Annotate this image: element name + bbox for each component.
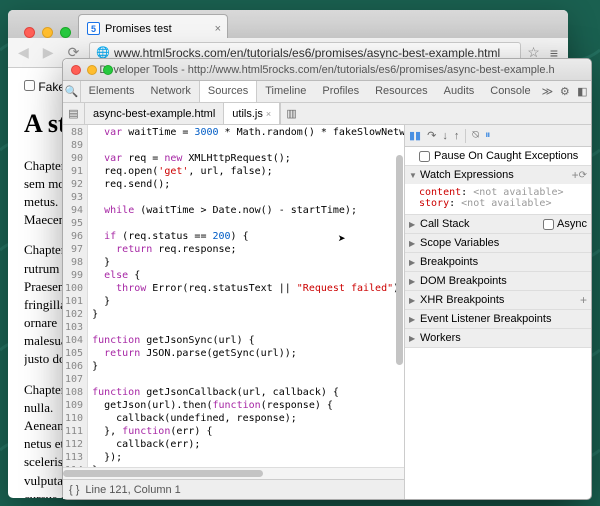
devtools-title: Developer Tools - http://www.html5rocks.… xyxy=(99,64,554,76)
watch-content: content: <not available> story: <not ava… xyxy=(405,184,591,214)
pause-exceptions-icon[interactable]: ⏸ xyxy=(485,129,491,142)
close-icon[interactable] xyxy=(24,27,35,38)
sources-toolbar: ▤ async-best-example.html utils.js× ▥ xyxy=(63,103,591,125)
source-pane: 8889909192939495969798991001011021031041… xyxy=(63,125,405,499)
browser-tab[interactable]: 5 Promises test × xyxy=(78,14,228,38)
close-icon[interactable] xyxy=(71,65,81,75)
file-tab[interactable]: async-best-example.html xyxy=(85,103,224,124)
watch-item[interactable]: story: <not available> xyxy=(419,198,585,209)
step-over-icon[interactable]: ↷ xyxy=(427,129,436,142)
watch-expressions-header[interactable]: ▼ Watch Expressions + ⟳ xyxy=(405,166,591,184)
debugger-sidebar: ▮▮ ↷ ↓ ↑ ⍉ ⏸ Pause On Caught Exceptions … xyxy=(405,125,591,499)
disclosure-icon: ▶ xyxy=(409,277,417,286)
sidebar-toggle-icon[interactable]: ▥ xyxy=(280,103,302,124)
braces-icon[interactable]: { } xyxy=(69,484,79,496)
tab-audits[interactable]: Audits xyxy=(436,81,483,102)
cursor-position: Line 121, Column 1 xyxy=(85,484,180,496)
disclosure-icon: ▶ xyxy=(409,258,417,267)
debugger-controls: ▮▮ ↷ ↓ ↑ ⍉ ⏸ xyxy=(405,125,591,147)
section-label: Workers xyxy=(420,332,587,344)
pause-caught-label: Pause On Caught Exceptions xyxy=(434,150,578,162)
section-label: Scope Variables xyxy=(420,237,587,249)
favicon-icon: 5 xyxy=(87,22,100,35)
tab-close-icon[interactable]: × xyxy=(215,23,221,35)
refresh-icon[interactable]: ⟳ xyxy=(579,170,587,181)
horizontal-scrollbar[interactable] xyxy=(63,467,404,479)
disclosure-icon: ▶ xyxy=(409,296,417,305)
pause-icon[interactable]: ▮▮ xyxy=(409,129,421,142)
call-stack-header[interactable]: ▶Call Stack Async xyxy=(405,215,591,233)
devtools-titlebar[interactable]: Developer Tools - http://www.html5rocks.… xyxy=(63,59,591,81)
step-out-icon[interactable]: ↑ xyxy=(454,130,460,142)
tab-resources[interactable]: Resources xyxy=(367,81,436,102)
minimize-icon[interactable] xyxy=(42,27,53,38)
pause-caught-checkbox[interactable] xyxy=(419,151,430,162)
zoom-icon[interactable] xyxy=(103,65,113,75)
inspect-icon[interactable]: 🔍 xyxy=(63,81,81,102)
tab-sources[interactable]: Sources xyxy=(199,81,257,102)
scrollbar-thumb[interactable] xyxy=(396,155,403,365)
tab-timeline[interactable]: Timeline xyxy=(257,81,314,102)
xhr-breakpoints-header[interactable]: ▶XHR Breakpoints+ xyxy=(405,291,591,309)
forward-icon[interactable]: ▶ xyxy=(39,42,58,63)
section-label: XHR Breakpoints xyxy=(420,294,578,306)
navigator-icon[interactable]: ▤ xyxy=(63,103,85,124)
disclosure-icon: ▼ xyxy=(409,171,417,180)
mouse-cursor-icon: ➤ xyxy=(338,233,346,246)
async-checkbox[interactable] xyxy=(543,219,554,230)
breakpoints-header[interactable]: ▶Breakpoints xyxy=(405,253,591,271)
scrollbar-thumb[interactable] xyxy=(63,470,263,477)
async-label: Async xyxy=(557,218,587,230)
fake-delay-checkbox[interactable] xyxy=(24,80,35,91)
step-into-icon[interactable]: ↓ xyxy=(442,130,448,142)
tab-profiles[interactable]: Profiles xyxy=(314,81,367,102)
event-listener-breakpoints-header[interactable]: ▶Event Listener Breakpoints xyxy=(405,310,591,328)
disclosure-icon: ▶ xyxy=(409,315,417,324)
workers-header[interactable]: ▶Workers xyxy=(405,329,591,347)
window-controls xyxy=(71,65,113,75)
back-icon[interactable]: ◀ xyxy=(14,42,33,63)
section-label: Event Listener Breakpoints xyxy=(420,313,587,325)
pause-on-caught[interactable]: Pause On Caught Exceptions xyxy=(405,147,591,166)
drawer-icon[interactable]: ≫ xyxy=(539,81,556,102)
code-editor[interactable]: 8889909192939495969798991001011021031041… xyxy=(63,125,404,467)
tab-console[interactable]: Console xyxy=(482,81,538,102)
devtools-window: Developer Tools - http://www.html5rocks.… xyxy=(62,58,592,500)
disclosure-icon: ▶ xyxy=(409,239,417,248)
add-icon[interactable]: + xyxy=(572,168,579,182)
code-content[interactable]: var waitTime = 3000 * Math.random() * fa… xyxy=(88,125,404,467)
zoom-icon[interactable] xyxy=(60,27,71,38)
tab-strip: 5 Promises test × xyxy=(8,10,568,38)
devtools-panels: 🔍 Elements Network Sources Timeline Prof… xyxy=(63,81,591,103)
file-tab-label: utils.js xyxy=(232,108,263,120)
settings-icon[interactable]: ⚙ xyxy=(556,81,573,102)
file-tab-label: async-best-example.html xyxy=(93,108,215,120)
section-label: DOM Breakpoints xyxy=(420,275,587,287)
dom-breakpoints-header[interactable]: ▶DOM Breakpoints xyxy=(405,272,591,290)
deactivate-breakpoints-icon[interactable]: ⍉ xyxy=(472,129,479,142)
tab-network[interactable]: Network xyxy=(143,81,199,102)
line-gutter: 8889909192939495969798991001011021031041… xyxy=(63,125,88,467)
tab-elements[interactable]: Elements xyxy=(81,81,143,102)
add-icon[interactable]: + xyxy=(580,293,587,307)
watch-item[interactable]: content: <not available> xyxy=(419,187,585,198)
scope-variables-header[interactable]: ▶Scope Variables xyxy=(405,234,591,252)
section-label: Breakpoints xyxy=(420,256,587,268)
status-bar: { } Line 121, Column 1 xyxy=(63,479,404,499)
section-label: Watch Expressions xyxy=(420,169,570,181)
section-label: Call Stack xyxy=(420,218,543,230)
dock-icon[interactable]: ◧ xyxy=(574,81,591,102)
minimize-icon[interactable] xyxy=(87,65,97,75)
tab-title: Promises test xyxy=(105,23,172,35)
file-tab[interactable]: utils.js× xyxy=(224,103,280,124)
disclosure-icon: ▶ xyxy=(409,334,417,343)
file-close-icon[interactable]: × xyxy=(266,109,271,119)
disclosure-icon: ▶ xyxy=(409,220,417,229)
window-controls xyxy=(24,27,71,38)
